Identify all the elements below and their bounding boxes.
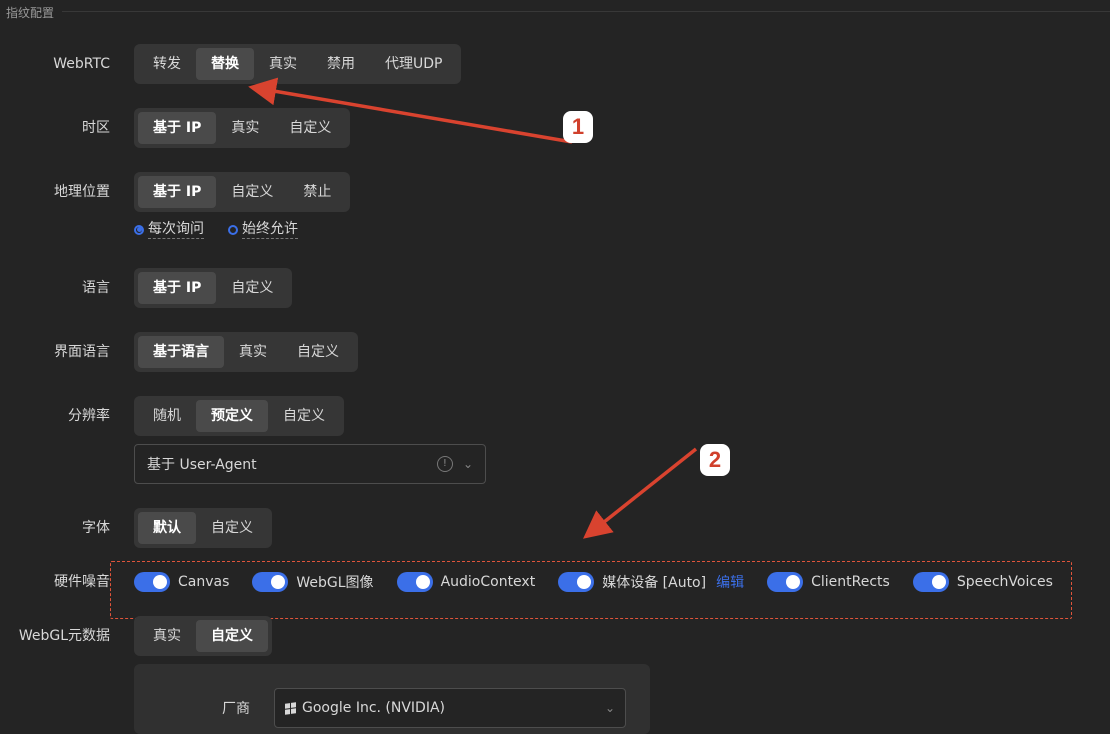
annotation-arrow-1 [248,77,573,144]
annotation-arrows [248,77,698,539]
annotation-arrow-2 [583,447,698,539]
annotation-badge-1: 1 [563,111,593,143]
annotation-badge-2: 2 [700,444,730,476]
